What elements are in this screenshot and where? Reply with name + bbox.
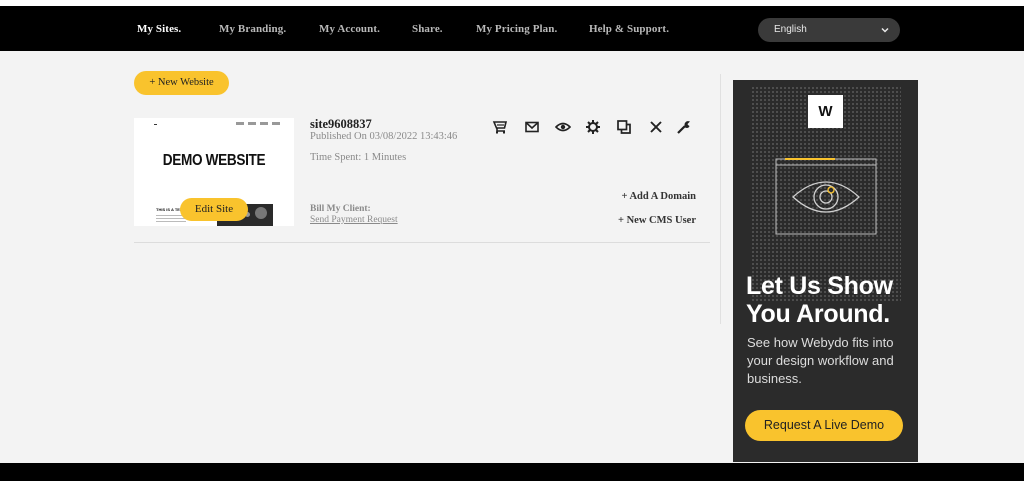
duplicate-icon[interactable] [614,117,634,137]
site-thumbnail[interactable]: ▬ DEMO WEBSITE THIS IS A TEX Edit Site [134,118,294,226]
thumbnail-nav-item [272,122,280,125]
nav-my-account[interactable]: My Account. [319,6,380,51]
thumbnail-text-line [156,218,186,219]
edit-site-button[interactable]: Edit Site [180,198,248,221]
webydo-logo: W [808,95,843,128]
thumbnail-text-line [156,221,186,222]
new-website-button[interactable]: + New Website [134,71,229,95]
thumbnail-logo: ▬ [154,122,157,126]
close-icon[interactable] [646,117,666,137]
content-divider [720,74,721,324]
page: My Sites. My Branding. My Account. Share… [0,0,1024,481]
chevron-down-icon [881,27,889,33]
nav-my-sites[interactable]: My Sites. [137,6,181,51]
top-nav: My Sites. My Branding. My Account. Share… [0,6,1024,51]
thumbnail-title: DEMO WEBSITE [162,152,266,169]
eye-illustration-icon [775,158,877,235]
site-card: ▬ DEMO WEBSITE THIS IS A TEX Edit Site s… [134,117,710,243]
bill-client-label: Bill My Client: [310,204,371,214]
gear-icon[interactable] [583,117,603,137]
nav-my-pricing-plan[interactable]: My Pricing Plan. [476,6,557,51]
language-select[interactable]: English [758,18,900,42]
wrench-icon[interactable] [674,117,694,137]
published-date: Published On 03/08/2022 13:43:46 [310,131,458,142]
thumbnail-nav-item [260,122,268,125]
site-name: site9608837 [310,117,372,131]
thumbnail-nav-item [248,122,256,125]
footer-bar [0,463,1024,481]
thumbnail-nav-item [236,122,244,125]
cart-icon[interactable] [490,117,510,137]
time-spent: Time Spent: 1 Minutes [310,152,407,163]
language-selected-value: English [774,24,807,35]
promo-banner: W Let Us Show You Around. See how Webydo… [733,80,918,462]
new-cms-user-link[interactable]: + New CMS User [618,215,696,226]
nav-help-support[interactable]: Help & Support. [589,6,669,51]
add-domain-link[interactable]: + Add A Domain [621,191,696,202]
send-payment-link[interactable]: Send Payment Request [310,215,398,225]
nav-share[interactable]: Share. [412,6,443,51]
promo-headline: Let Us Show You Around. [746,272,893,328]
eye-icon[interactable] [553,117,573,137]
thumbnail-subhead: THIS IS A TEX [156,207,183,212]
promo-subtext: See how Webydo fits into your design wor… [747,335,894,386]
nav-my-branding[interactable]: My Branding. [219,6,286,51]
mail-icon[interactable] [522,117,542,137]
request-demo-button[interactable]: Request A Live Demo [745,410,903,441]
